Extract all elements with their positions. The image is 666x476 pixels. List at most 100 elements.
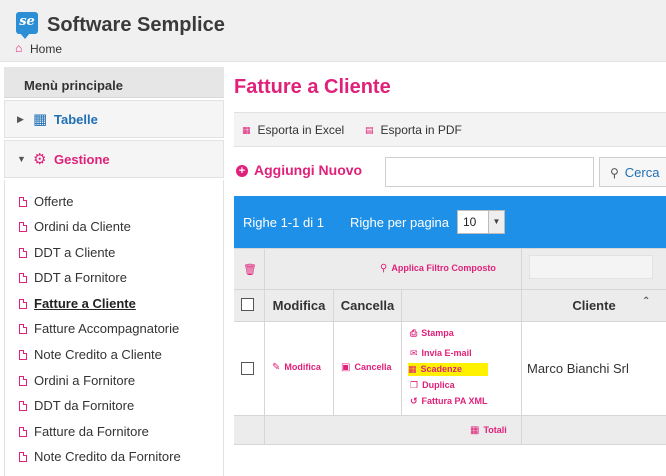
row-checkbox[interactable]: [241, 362, 254, 375]
sidebar-item-offerte[interactable]: Offerte: [19, 194, 74, 209]
sidebar-item-fatture-da-fornitore[interactable]: Fatture da Fornitore: [19, 424, 149, 439]
filter-link-cell: ⚲ Applica Filtro Composto: [265, 249, 522, 290]
envelope-icon: ✉: [410, 348, 418, 358]
sidebar-item-ddt-a-fornitore[interactable]: DDT a Fornitore: [19, 270, 127, 285]
document-icon: [19, 452, 27, 462]
sidebar-item-label: Fatture Accompagnatorie: [34, 321, 180, 336]
spreadsheet-icon: ▦: [242, 125, 251, 135]
due-dates-link[interactable]: ▦ Scadenze: [408, 363, 489, 376]
sidebar-item-label: Ordini da Cliente: [34, 219, 131, 234]
invoice-table: 🗑 ⚲ Applica Filtro Composto Modifica Canc…: [234, 248, 666, 445]
sidebar-item-label: Ordini a Fornitore: [34, 373, 136, 388]
sidebar-item-label: DDT a Cliente: [34, 245, 116, 260]
pa-xml-invoice-link[interactable]: ↺ Fattura PA XML: [410, 396, 488, 407]
document-icon: [19, 401, 27, 411]
pencil-icon: ✎: [272, 362, 281, 373]
totals-empty-cell: [234, 416, 265, 445]
pager-bar: Righe 1-1 di 1 Righe per pagina 10 ▼: [234, 196, 666, 248]
document-icon: [19, 376, 27, 386]
sidebar-item-fatture-a-cliente[interactable]: Fatture a Cliente: [19, 296, 136, 311]
print-link[interactable]: ⎙ Stampa: [410, 328, 454, 339]
duplicate-link[interactable]: ❐ Duplica: [410, 380, 455, 391]
copy-icon: ❐: [410, 380, 419, 390]
apply-composite-filter-link[interactable]: ⚲ Applica Filtro Composto: [380, 263, 496, 274]
sidebar-item-ordini-da-cliente[interactable]: Ordini da Cliente: [19, 219, 131, 234]
breadcrumb-home[interactable]: Home: [30, 42, 62, 56]
column-header-cliente[interactable]: Cliente ⌃: [522, 290, 666, 322]
chevron-right-icon: ▶: [17, 114, 24, 124]
export-icon: ↺: [410, 396, 418, 406]
sidebar-section-label: Gestione: [54, 152, 110, 167]
sidebar-section-tabelle[interactable]: ▶ ▦ Tabelle: [4, 100, 224, 138]
document-icon: [19, 197, 27, 207]
filter-delete-cell: 🗑: [234, 249, 265, 290]
sidebar-section-label: Tabelle: [54, 112, 98, 127]
column-header-modifica: Modifica: [265, 290, 334, 322]
sidebar-item-fatture-accompagnatorie[interactable]: Fatture Accompagnatorie: [19, 321, 179, 336]
sidebar-heading: Menù principale: [4, 67, 224, 98]
row-modifica-cell: ✎ Modifica: [265, 322, 334, 416]
document-icon: [19, 273, 27, 283]
table-icon: ▦: [33, 111, 48, 128]
totals-value-cell: [522, 416, 666, 445]
pa-xml-invoice-label: Fattura PA XML: [421, 396, 488, 406]
home-icon[interactable]: ⌂: [15, 42, 27, 54]
pdf-icon: ▤: [365, 125, 374, 135]
plus-circle-icon: +: [236, 165, 248, 177]
document-icon: [19, 299, 27, 309]
sidebar-item-label: Fatture a Cliente: [34, 296, 136, 311]
row-delete-link[interactable]: ▣ Cancella: [341, 362, 391, 373]
sidebar-item-label: DDT a Fornitore: [34, 270, 127, 285]
search-button[interactable]: ⚲ Cerca: [599, 157, 666, 187]
printer-icon: ⎙: [410, 328, 418, 338]
calculator-icon: ▦: [470, 425, 480, 436]
totals-link-cell: ▦ Totali: [265, 416, 522, 445]
app-title[interactable]: Software Semplice: [47, 14, 225, 37]
search-icon: ⚲: [610, 166, 619, 180]
send-email-link[interactable]: ✉ Invia E-mail: [410, 348, 472, 359]
sidebar-item-label: Note Credito a Cliente: [34, 347, 162, 362]
page-title: Fatture a Cliente: [234, 76, 391, 98]
row-cancella-cell: ▣ Cancella: [334, 322, 402, 416]
export-pdf-button[interactable]: ▤ Esporta in PDF: [365, 123, 462, 137]
sidebar-item-label: Note Credito da Fornitore: [34, 449, 181, 464]
search-input[interactable]: [385, 157, 594, 187]
add-new-label: Aggiungi Nuovo: [254, 162, 363, 178]
export-toolbar: ▦ Esporta in Excel ▤ Esporta in PDF: [234, 112, 666, 147]
filter-input-cell: [522, 249, 666, 290]
totals-link[interactable]: ▦ Totali: [470, 425, 507, 436]
row-cliente-cell: Marco Bianchi Srl: [522, 322, 666, 416]
client-filter-input[interactable]: [529, 255, 653, 279]
sidebar-item-note-credito-a-cliente[interactable]: Note Credito a Cliente: [19, 347, 162, 362]
sort-ascending-icon[interactable]: ⌃: [642, 296, 650, 307]
chevron-down-icon: ▼: [488, 211, 504, 233]
sidebar-section-gestione[interactable]: ▼ ⚙ Gestione: [4, 140, 224, 178]
document-icon: [19, 324, 27, 334]
row-edit-link[interactable]: ✎ Modifica: [272, 362, 321, 373]
duplicate-label: Duplica: [422, 380, 455, 390]
export-excel-button[interactable]: ▦ Esporta in Excel: [242, 123, 344, 137]
sidebar-item-note-credito-da-fornitore[interactable]: Note Credito da Fornitore: [19, 449, 181, 464]
sidebar-item-ddt-a-cliente[interactable]: DDT a Cliente: [19, 245, 115, 260]
top-bar: se Software Semplice ⌂ Home: [0, 0, 666, 62]
per-page-select[interactable]: 10 ▼: [457, 210, 505, 234]
sidebar-item-ddt-da-fornitore[interactable]: DDT da Fornitore: [19, 398, 134, 413]
calendar-icon: ▦: [408, 364, 417, 374]
select-all-checkbox[interactable]: [241, 298, 254, 311]
search-icon: ⚲: [380, 263, 388, 274]
trash-icon[interactable]: 🗑: [243, 263, 257, 276]
export-excel-label: Esporta in Excel: [257, 123, 345, 137]
row-actions-cell: ⎙ Stampa ✉ Invia E-mail ▦ Scadenze ❐ Duplica…: [402, 322, 522, 416]
document-icon: [19, 350, 27, 360]
sidebar-item-label: Offerte: [34, 194, 74, 209]
document-icon: [19, 222, 27, 232]
per-page-label: Righe per pagina: [350, 215, 450, 230]
add-new-button[interactable]: + Aggiungi Nuovo: [236, 162, 362, 178]
trash-icon: ▣: [341, 362, 351, 373]
sidebar-item-ordini-a-fornitore[interactable]: Ordini a Fornitore: [19, 373, 135, 388]
gears-icon: ⚙: [33, 151, 47, 168]
sidebar-menu: Offerte Ordini da Cliente DDT a Cliente …: [4, 180, 224, 476]
app-logo[interactable]: se: [16, 12, 38, 39]
export-pdf-label: Esporta in PDF: [380, 123, 462, 137]
row-edit-label: Modifica: [284, 362, 321, 372]
